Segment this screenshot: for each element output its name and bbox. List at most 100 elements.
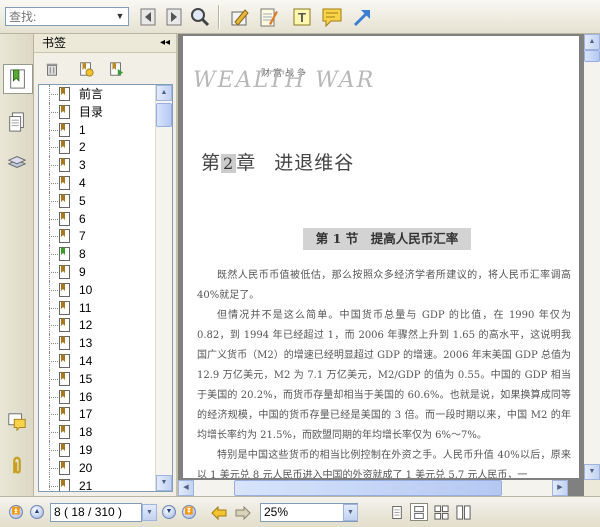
side-tab-strip xyxy=(0,34,34,496)
chapter-title: 进退维谷 xyxy=(274,152,355,174)
tree-line xyxy=(49,396,58,398)
search-dropdown-arrow[interactable]: ▼ xyxy=(113,9,127,24)
comments-tab-icon[interactable] xyxy=(5,408,29,436)
bookmark-item[interactable]: 20 xyxy=(39,458,158,477)
delete-bookmark-icon[interactable] xyxy=(42,59,62,79)
first-page-button[interactable]: ⏫ xyxy=(9,505,23,519)
bookmark-icon xyxy=(59,318,70,333)
bookmark-item[interactable]: 17 xyxy=(39,405,158,424)
previous-page-button[interactable]: ▲ xyxy=(30,505,44,519)
search-input[interactable] xyxy=(6,8,110,25)
bookmark-item[interactable]: 9 xyxy=(39,262,158,281)
chapter-heading: 第 2 章进退维谷 xyxy=(201,148,354,175)
doc-scroll-down-arrow[interactable]: ▼ xyxy=(584,464,600,480)
doc-scroll-up-arrow[interactable]: ▲ xyxy=(584,34,600,50)
chapter-suffix: 章 xyxy=(236,152,257,174)
search-back-icon[interactable] xyxy=(136,5,160,29)
collapse-panel-button[interactable]: ◂◂ xyxy=(160,34,170,52)
go-forward-icon[interactable] xyxy=(234,504,252,521)
attachments-tab-icon[interactable] xyxy=(5,452,29,480)
facing-pages-view-icon[interactable] xyxy=(432,503,450,521)
bookmark-icon xyxy=(59,140,70,155)
bookmark-item[interactable]: 目录 xyxy=(39,102,158,121)
bookmark-label: 2 xyxy=(79,140,86,155)
bookmark-item[interactable]: 11 xyxy=(39,298,158,317)
tree-line xyxy=(49,307,58,309)
search-forward-icon[interactable] xyxy=(162,5,186,29)
doc-scroll-right-arrow[interactable]: ▶ xyxy=(552,480,568,496)
bookmark-export-icon[interactable] xyxy=(106,59,126,79)
scroll-thumb[interactable] xyxy=(156,103,172,127)
document-horizontal-scrollbar[interactable]: ◀ ▶ xyxy=(178,480,568,496)
bookmark-item[interactable]: 16 xyxy=(39,387,158,406)
doc-scroll-left-arrow[interactable]: ◀ xyxy=(178,480,194,496)
bookmark-label: 4 xyxy=(79,175,86,190)
search-magnifier-icon[interactable] xyxy=(188,5,212,29)
bookmark-item[interactable]: 14 xyxy=(39,351,158,370)
last-page-button[interactable]: ⏬ xyxy=(182,505,196,519)
continuous-facing-view-icon[interactable] xyxy=(454,503,472,521)
layers-tab-icon[interactable] xyxy=(5,148,29,176)
zoom-dropdown-arrow[interactable]: ▼ xyxy=(343,504,358,521)
bookmark-item[interactable]: 13 xyxy=(39,334,158,352)
body-text: 既然人民币币值被低估，那么按照众多经济学者所建议的，将人民币汇率调高 40%就足… xyxy=(197,266,571,478)
bookmark-label: 6 xyxy=(79,211,86,226)
bookmark-label: 19 xyxy=(79,442,93,457)
navigation-bar: ⏫ ▲ 8 ( 18 / 310 ) ▼ ▼ ⏬ 25% ▼ xyxy=(0,496,600,527)
page-dropdown-arrow[interactable]: ▼ xyxy=(142,504,157,521)
scroll-down-arrow[interactable]: ▼ xyxy=(156,475,172,491)
tree-line xyxy=(49,325,58,327)
bookmark-item[interactable]: 3 xyxy=(39,156,158,174)
bookmark-icon xyxy=(59,478,70,491)
bookmark-item[interactable]: 1 xyxy=(39,120,158,139)
note-pad-icon[interactable] xyxy=(256,5,280,29)
bookmark-label: 21 xyxy=(79,478,93,492)
bookmark-item[interactable]: 10 xyxy=(39,280,158,299)
bookmark-item[interactable]: 15 xyxy=(39,369,158,388)
bookmark-item[interactable]: 12 xyxy=(39,316,158,335)
doc-scroll-thumb[interactable] xyxy=(584,50,600,62)
bookmark-icon xyxy=(59,193,70,208)
bookmark-label: 14 xyxy=(79,353,93,368)
bookmark-item[interactable]: 18 xyxy=(39,423,158,441)
page-number-field[interactable]: 8 ( 18 / 310 ) xyxy=(50,503,142,522)
bookmark-label: 前言 xyxy=(79,87,104,101)
next-page-button[interactable]: ▼ xyxy=(162,505,176,519)
bookmark-item[interactable]: 5 xyxy=(39,191,158,210)
bookmark-scrollbar[interactable]: ▲ ▼ xyxy=(155,85,172,491)
new-bookmark-icon[interactable] xyxy=(76,59,96,79)
bookmark-item[interactable]: 前言 xyxy=(39,85,158,103)
tree-line xyxy=(49,343,58,345)
bookmark-item[interactable]: 8 xyxy=(39,245,158,263)
bookmark-item[interactable]: 4 xyxy=(39,173,158,192)
doc-hscroll-thumb[interactable] xyxy=(234,480,502,496)
tree-line xyxy=(49,129,58,131)
comment-icon[interactable] xyxy=(320,5,344,29)
bookmark-label: 17 xyxy=(79,407,93,422)
single-page-view-icon[interactable] xyxy=(388,503,406,521)
bookmark-item[interactable]: 19 xyxy=(39,440,158,459)
bookmark-tools xyxy=(34,53,176,85)
bookmark-tab-icon[interactable] xyxy=(3,64,33,94)
bookmark-panel-header: 书签 ◂◂ xyxy=(34,34,176,53)
bookmark-item[interactable]: 7 xyxy=(39,227,158,246)
tree-line xyxy=(49,378,58,380)
tree-line xyxy=(49,94,58,95)
pages-tab-icon[interactable] xyxy=(5,108,29,136)
paragraph: 既然人民币币值被低估，那么按照众多经济学者所建议的，将人民币汇率调高 40%就足… xyxy=(197,270,571,301)
tree-line xyxy=(49,218,58,220)
go-back-icon[interactable] xyxy=(210,504,228,521)
arrow-tool-icon[interactable] xyxy=(350,5,374,29)
search-box[interactable]: ▼ xyxy=(5,7,129,26)
bookmark-label: 13 xyxy=(79,336,93,351)
highlight-pen-icon[interactable] xyxy=(228,5,252,29)
bookmark-item[interactable]: 6 xyxy=(39,209,158,228)
scroll-up-arrow[interactable]: ▲ xyxy=(156,85,172,101)
document-vertical-scrollbar[interactable]: ▲ ▼ xyxy=(584,34,600,480)
tree-line xyxy=(49,147,58,149)
text-tool-icon[interactable]: T xyxy=(290,5,314,29)
bookmark-item[interactable]: 2 xyxy=(39,138,158,157)
continuous-view-icon[interactable] xyxy=(410,503,428,521)
bookmark-item[interactable]: 21 xyxy=(39,476,158,492)
chapter-number: 2 xyxy=(221,154,237,173)
